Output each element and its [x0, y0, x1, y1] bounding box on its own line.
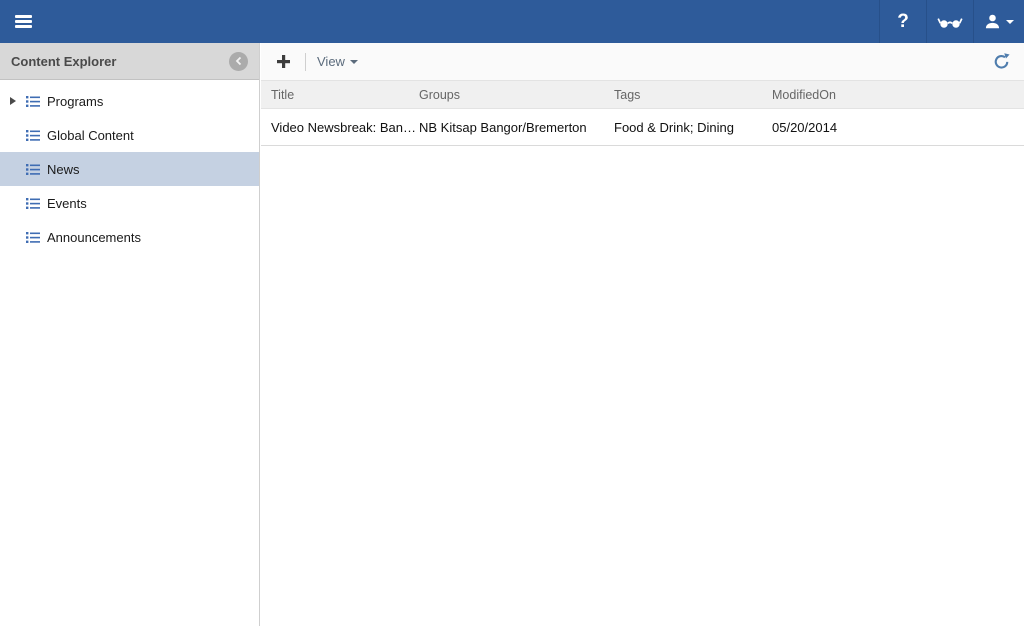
column-header-modifiedon[interactable]: ModifiedOn: [772, 88, 1024, 102]
table-header: Title Groups Tags ModifiedOn: [261, 80, 1024, 109]
collapse-sidebar-button[interactable]: [229, 52, 248, 71]
content-grid: Title Groups Tags ModifiedOn Video Newsb…: [261, 80, 1024, 146]
sidebar: Content Explorer Programs Global C: [0, 43, 260, 626]
topbar-actions: ?: [879, 0, 1024, 43]
glasses-icon: [937, 15, 963, 29]
sidebar-item-global-content[interactable]: Global Content: [0, 118, 259, 152]
sidebar-item-label: Announcements: [47, 230, 141, 245]
column-header-groups[interactable]: Groups: [419, 88, 614, 102]
user-icon: [984, 13, 1001, 30]
sidebar-item-programs[interactable]: Programs: [0, 84, 259, 118]
glasses-button[interactable]: [926, 0, 973, 43]
hamburger-icon: [15, 13, 32, 30]
sidebar-item-label: Events: [47, 196, 87, 211]
sidebar-item-label: Programs: [47, 94, 103, 109]
column-header-tags[interactable]: Tags: [614, 88, 772, 102]
sidebar-item-label: Global Content: [47, 128, 134, 143]
user-menu-button[interactable]: [973, 0, 1024, 43]
chevron-right-icon: [10, 97, 16, 105]
menu-button[interactable]: [0, 0, 46, 43]
refresh-icon: [993, 53, 1010, 70]
question-mark-icon: ?: [897, 12, 909, 31]
view-dropdown-button[interactable]: View: [317, 54, 358, 69]
row-cell-groups: NB Kitsap Bangor/Bremerton: [419, 120, 614, 135]
sidebar-item-events[interactable]: Events: [0, 186, 259, 220]
toolbar-separator: [305, 53, 306, 71]
sidebar-item-label: News: [47, 162, 80, 177]
table-row[interactable]: Video Newsbreak: Bango... NB Kitsap Bang…: [261, 109, 1024, 146]
sidebar-item-news[interactable]: News: [0, 152, 259, 186]
app-window: ? Content Explorer: [0, 0, 1024, 626]
row-cell-modifiedon: 05/20/2014: [772, 120, 1024, 135]
row-cell-title: Video Newsbreak: Bango...: [261, 120, 419, 135]
topbar: ?: [0, 0, 1024, 43]
list-icon: [26, 231, 40, 244]
list-icon: [26, 129, 40, 142]
content-toolbar: View: [261, 43, 1024, 80]
list-icon: [26, 197, 40, 210]
sidebar-item-announcements[interactable]: Announcements: [0, 220, 259, 254]
sidebar-tree: Programs Global Content News: [0, 80, 259, 254]
column-header-title[interactable]: Title: [261, 88, 419, 102]
chevron-left-icon: [234, 56, 244, 66]
sidebar-header: Content Explorer: [0, 43, 259, 80]
main-panel: View Title Groups Tags ModifiedOn Video …: [261, 43, 1024, 626]
row-cell-tags: Food & Drink; Dining: [614, 120, 772, 135]
chevron-down-icon: [350, 60, 358, 64]
chevron-down-icon: [1006, 20, 1014, 24]
list-icon: [26, 95, 40, 108]
view-dropdown-label: View: [317, 54, 345, 69]
refresh-button[interactable]: [991, 51, 1012, 72]
plus-icon: [276, 54, 291, 69]
sidebar-title: Content Explorer: [11, 54, 116, 69]
add-button[interactable]: [273, 51, 294, 72]
expand-arrow-slot[interactable]: [10, 97, 26, 105]
list-icon: [26, 163, 40, 176]
help-button[interactable]: ?: [879, 0, 926, 43]
